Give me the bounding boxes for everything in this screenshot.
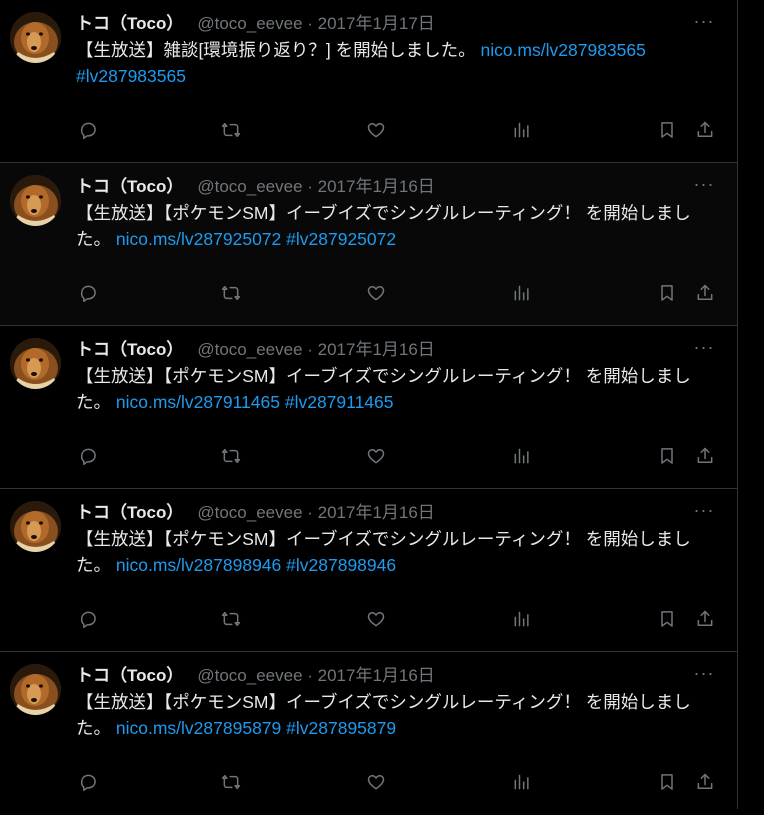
tweet[interactable]: トコ（Toco） @toco_eevee · 2017年1月16日 ··· 【生放… xyxy=(0,652,737,815)
tweet-actions xyxy=(76,280,726,306)
handle-and-date[interactable]: @toco_eevee · 2017年1月16日 xyxy=(197,340,434,359)
views-icon[interactable] xyxy=(510,606,534,632)
tweet-header: トコ（Toco） @toco_eevee · 2017年1月17日 xyxy=(76,12,717,36)
tweet-link[interactable]: nico.ms/lv287925072 xyxy=(116,229,281,249)
timeline: トコ（Toco） @toco_eevee · 2017年1月17日 ··· 【生放… xyxy=(0,0,738,809)
handle-and-date[interactable]: @toco_eevee · 2017年1月16日 xyxy=(197,177,434,196)
tweet-link[interactable]: nico.ms/lv287895879 xyxy=(116,718,281,738)
user-name[interactable]: トコ（Toco） xyxy=(76,666,183,685)
tweet-actions xyxy=(76,606,726,632)
tweet-link[interactable]: nico.ms/lv287911465 xyxy=(116,392,280,412)
tweet[interactable]: トコ（Toco） @toco_eevee · 2017年1月17日 ··· 【生放… xyxy=(0,0,737,163)
tweet-header: トコ（Toco） @toco_eevee · 2017年1月16日 xyxy=(76,175,717,199)
tweet-text: 【生放送】雑談[環境振り返り？] を開始しました。 nico.ms/lv2879… xyxy=(76,37,716,89)
tweet[interactable]: トコ（Toco） @toco_eevee · 2017年1月16日 ··· 【生放… xyxy=(0,163,737,326)
avatar[interactable] xyxy=(10,501,61,552)
retweet-icon[interactable] xyxy=(219,280,243,306)
share-icon[interactable] xyxy=(693,117,717,143)
reply-icon[interactable] xyxy=(76,769,100,795)
tweet-hashtag[interactable]: #lv287925072 xyxy=(286,229,396,249)
reply-icon[interactable] xyxy=(76,117,100,143)
tweet-header: トコ（Toco） @toco_eevee · 2017年1月16日 xyxy=(76,664,717,688)
views-icon[interactable] xyxy=(510,280,534,306)
user-name[interactable]: トコ（Toco） xyxy=(76,177,183,196)
reply-icon[interactable] xyxy=(76,606,100,632)
heart-icon[interactable] xyxy=(364,117,388,143)
tweet-actions xyxy=(76,117,726,143)
retweet-icon[interactable] xyxy=(219,443,243,469)
avatar[interactable] xyxy=(10,12,61,63)
share-icon[interactable] xyxy=(693,280,717,306)
bookmark-icon[interactable] xyxy=(655,606,679,632)
share-icon[interactable] xyxy=(693,769,717,795)
tweet-hashtag[interactable]: #lv287911465 xyxy=(285,392,394,412)
share-icon[interactable] xyxy=(693,443,717,469)
more-icon[interactable]: ··· xyxy=(693,11,715,35)
user-name[interactable]: トコ（Toco） xyxy=(76,503,183,522)
heart-icon[interactable] xyxy=(364,443,388,469)
tweet-link[interactable]: nico.ms/lv287898946 xyxy=(116,555,281,575)
avatar[interactable] xyxy=(10,338,61,389)
bookmark-icon[interactable] xyxy=(655,117,679,143)
avatar[interactable] xyxy=(10,175,61,226)
bookmark-icon[interactable] xyxy=(655,280,679,306)
more-icon[interactable]: ··· xyxy=(693,337,715,361)
tweet-link[interactable]: nico.ms/lv287983565 xyxy=(480,40,645,60)
tweet-hashtag[interactable]: #lv287898946 xyxy=(286,555,396,575)
handle-and-date[interactable]: @toco_eevee · 2017年1月16日 xyxy=(197,503,434,522)
tweet-message: 【生放送】雑談[環境振り返り？] を開始しました。 xyxy=(76,40,476,60)
reply-icon[interactable] xyxy=(76,280,100,306)
tweet-actions xyxy=(76,443,726,469)
views-icon[interactable] xyxy=(510,117,534,143)
avatar[interactable] xyxy=(10,664,61,715)
reply-icon[interactable] xyxy=(76,443,100,469)
heart-icon[interactable] xyxy=(364,280,388,306)
retweet-icon[interactable] xyxy=(219,769,243,795)
retweet-icon[interactable] xyxy=(219,117,243,143)
bookmark-icon[interactable] xyxy=(655,443,679,469)
heart-icon[interactable] xyxy=(364,769,388,795)
tweet[interactable]: トコ（Toco） @toco_eevee · 2017年1月16日 ··· 【生放… xyxy=(0,326,737,489)
tweet-actions xyxy=(76,769,726,795)
handle-and-date[interactable]: @toco_eevee · 2017年1月16日 xyxy=(197,666,434,685)
handle-and-date[interactable]: @toco_eevee · 2017年1月17日 xyxy=(197,14,434,33)
retweet-icon[interactable] xyxy=(219,606,243,632)
tweet-hashtag[interactable]: #lv287895879 xyxy=(286,718,396,738)
heart-icon[interactable] xyxy=(364,606,388,632)
user-name[interactable]: トコ（Toco） xyxy=(76,14,183,33)
tweet-header: トコ（Toco） @toco_eevee · 2017年1月16日 xyxy=(76,501,717,525)
tweet-hashtag[interactable]: #lv287983565 xyxy=(76,66,186,86)
more-icon[interactable]: ··· xyxy=(693,663,715,687)
user-name[interactable]: トコ（Toco） xyxy=(76,340,183,359)
tweet[interactable]: トコ（Toco） @toco_eevee · 2017年1月16日 ··· 【生放… xyxy=(0,489,737,652)
share-icon[interactable] xyxy=(693,606,717,632)
tweet-text: 【生放送】【ポケモンSM】イーブイズでシングルレーティング！ を開始しました。 … xyxy=(76,363,716,415)
views-icon[interactable] xyxy=(510,443,534,469)
tweet-text: 【生放送】【ポケモンSM】イーブイズでシングルレーティング！ を開始しました。 … xyxy=(76,689,716,741)
more-icon[interactable]: ··· xyxy=(693,174,715,198)
bookmark-icon[interactable] xyxy=(655,769,679,795)
tweet-header: トコ（Toco） @toco_eevee · 2017年1月16日 xyxy=(76,338,717,362)
views-icon[interactable] xyxy=(510,769,534,795)
more-icon[interactable]: ··· xyxy=(693,500,715,524)
tweet-text: 【生放送】【ポケモンSM】イーブイズでシングルレーティング！ を開始しました。 … xyxy=(76,200,716,252)
tweet-text: 【生放送】【ポケモンSM】イーブイズでシングルレーティング！ を開始しました。 … xyxy=(76,526,716,578)
